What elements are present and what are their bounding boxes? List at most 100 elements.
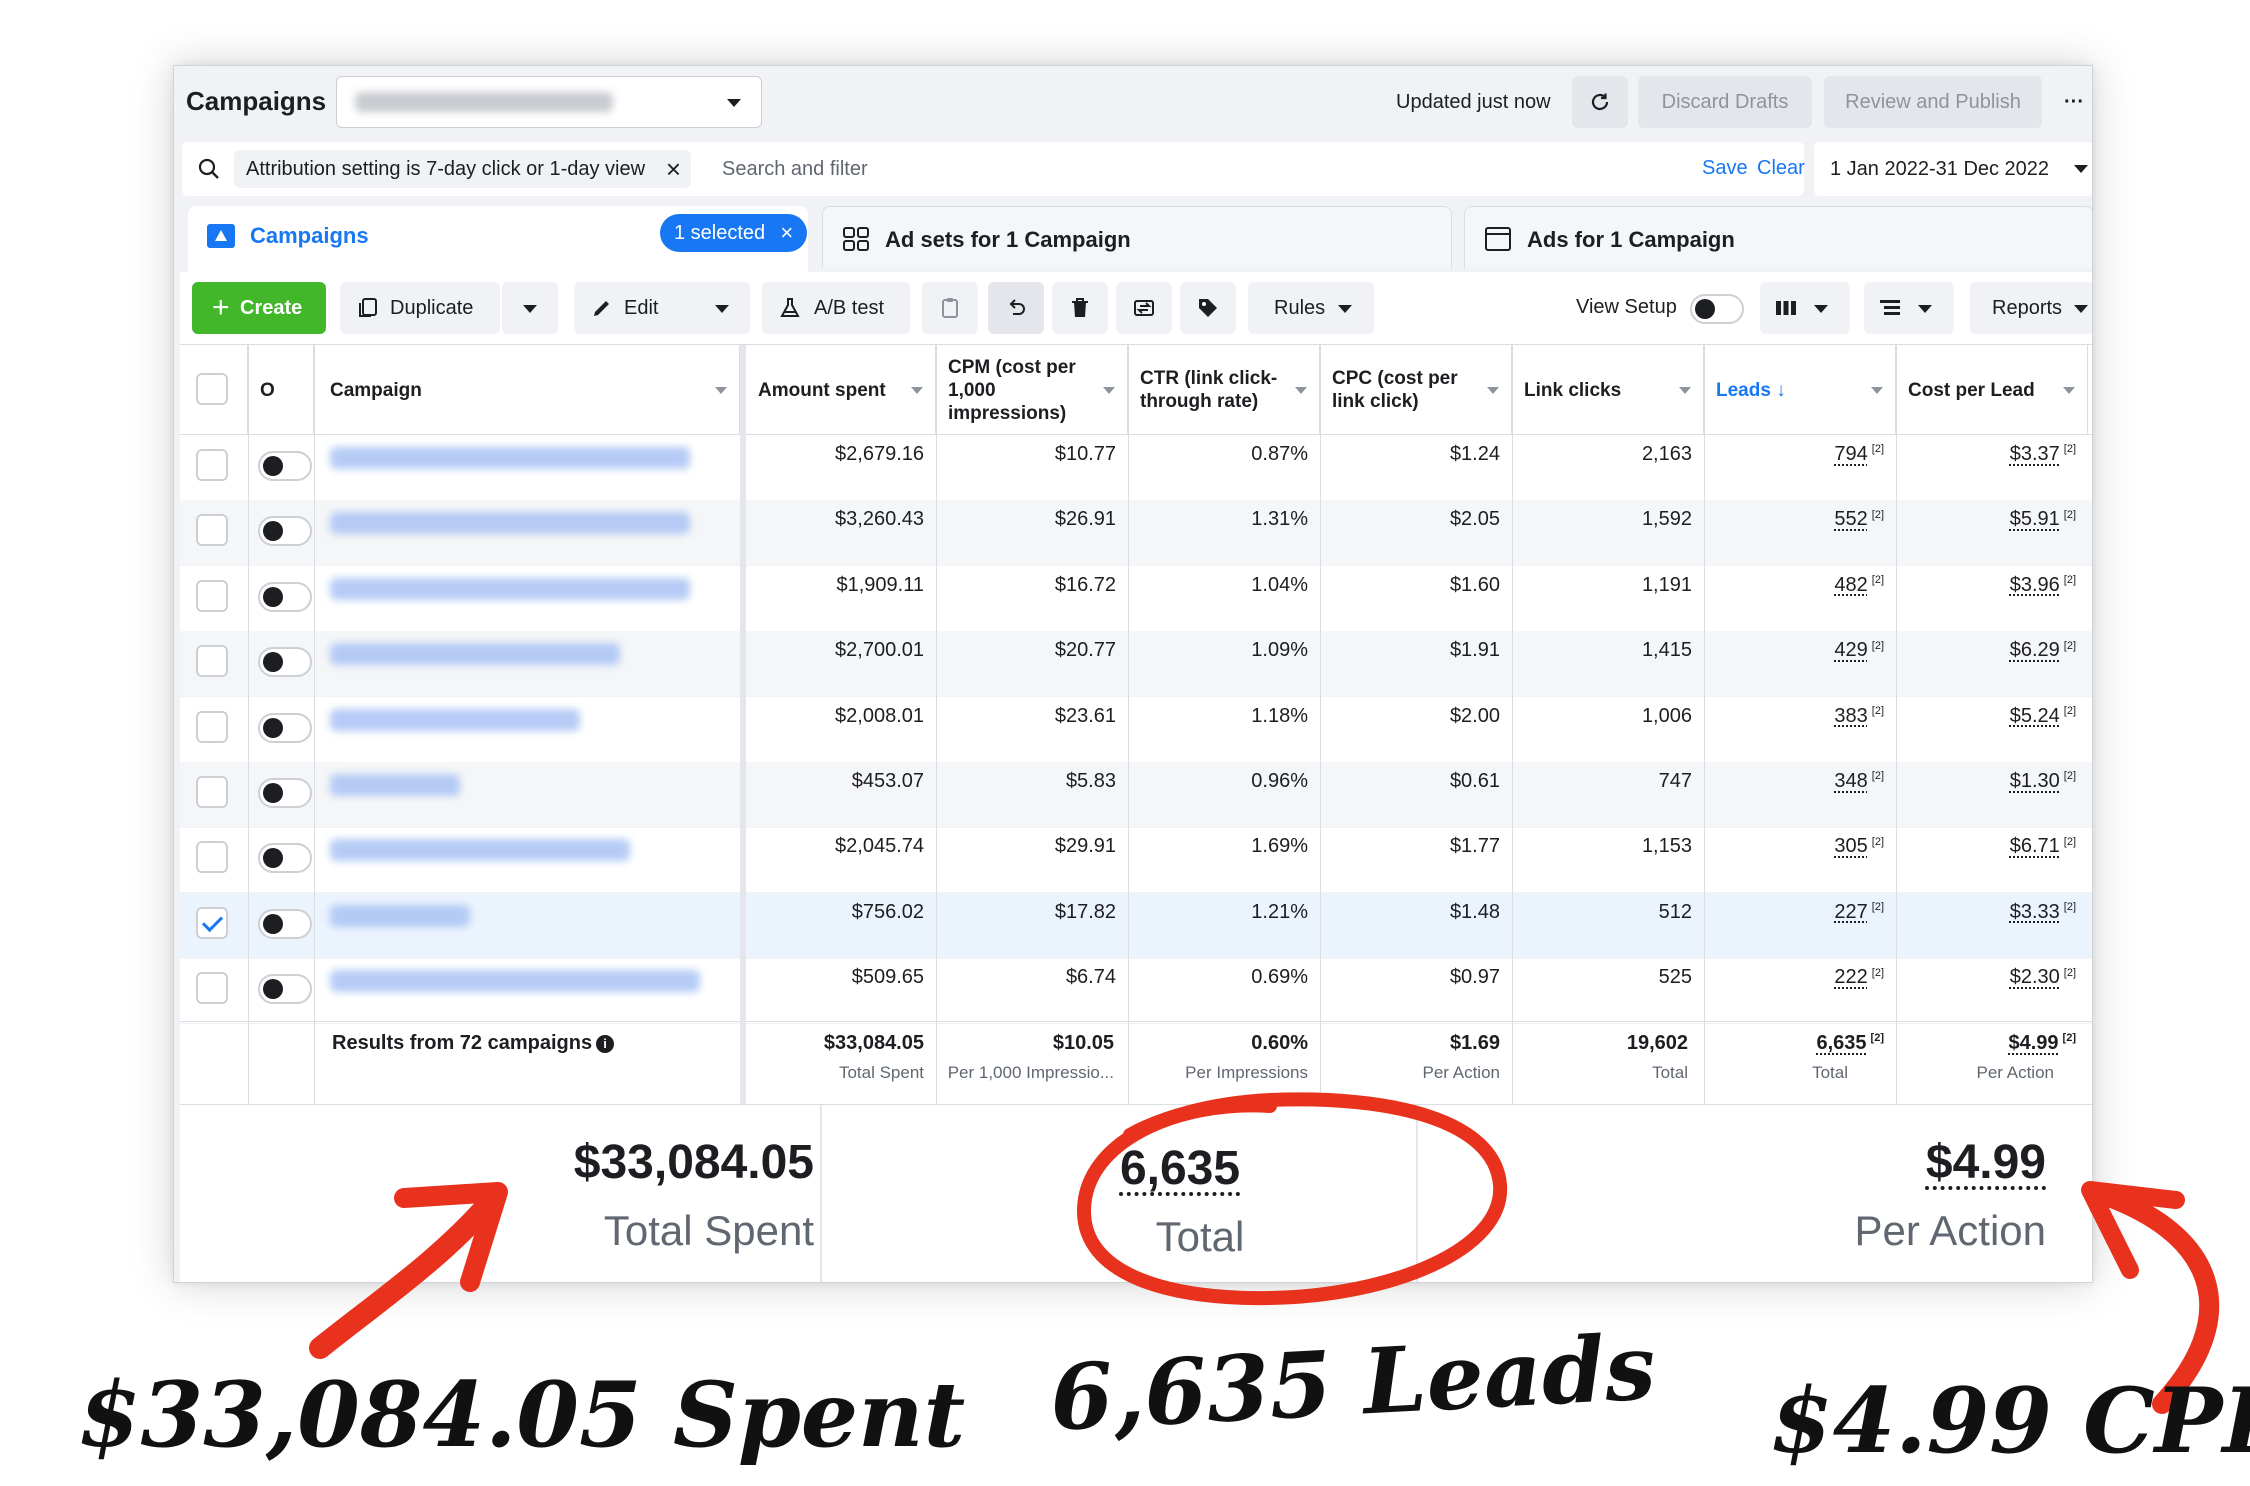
cell-value: $3.37 [2009, 443, 2060, 465]
columns-button[interactable] [1760, 282, 1850, 334]
create-button[interactable]: + Create [192, 282, 326, 334]
row-checkbox[interactable] [196, 710, 228, 743]
discard-drafts-button[interactable]: Discard Drafts [1638, 76, 1812, 128]
account-select[interactable] [336, 76, 762, 128]
summary-spent-label: Total Spent [603, 1207, 814, 1254]
tab-campaigns[interactable]: Campaigns 1 selected × [188, 206, 808, 272]
total-cost-per-lead: $4.99 [2] Per Action [1896, 1032, 2077, 1083]
frozen-column-divider[interactable] [740, 345, 746, 1105]
filter-bar: Attribution setting is 7-day click or 1-… [182, 142, 1805, 196]
breakdown-button[interactable] [1864, 282, 1954, 334]
campaign-toggle[interactable] [258, 778, 312, 808]
campaign-name-blurred[interactable] [330, 774, 460, 796]
toggle-knob [263, 979, 283, 1000]
table-row[interactable]: $2,008.01 $23.61 1.18% $2.00 1,006 383 [2] $5.2… [180, 697, 2092, 763]
clipboard-button[interactable] [922, 282, 978, 334]
select-all-checkbox[interactable] [196, 373, 228, 405]
table-row[interactable]: $2,045.74 $29.91 1.69% $1.77 1,153 305 [2] $6.7… [180, 827, 2092, 894]
row-checkbox[interactable] [196, 906, 228, 939]
cpm-header[interactable]: CPM (cost per 1,000 impressions) [936, 345, 1128, 435]
reports-button[interactable]: Reports [1970, 282, 2092, 334]
table-row[interactable]: $2,700.01 $20.77 1.09% $1.91 1,415 429 [2] $6.2… [180, 631, 2092, 698]
undo-button[interactable] [988, 282, 1044, 334]
save-filter-link[interactable]: Save [1702, 157, 1748, 180]
export-button[interactable] [1116, 282, 1172, 334]
row-checkbox[interactable] [196, 514, 228, 547]
edit-dropdown[interactable] [694, 282, 750, 334]
selected-count-badge[interactable]: 1 selected × [660, 214, 808, 252]
campaign-name-blurred[interactable] [330, 839, 630, 862]
footnote-marker: [2] [2063, 639, 2076, 652]
review-publish-button[interactable]: Review and Publish [1824, 76, 2042, 128]
total-amount-value: $33,084.05 [823, 1032, 924, 1054]
campaign-name-blurred[interactable] [330, 643, 620, 666]
cpc-header[interactable]: CPC (cost per link click) [1320, 345, 1512, 435]
total-cpl-number: $4.99 [2008, 1032, 2059, 1054]
campaign-name-blurred[interactable] [330, 577, 690, 600]
row-checkbox[interactable] [196, 645, 228, 678]
amount-spent-header[interactable]: Amount spent [746, 345, 936, 435]
cell-value: $26.91 [1054, 508, 1116, 531]
leads-header[interactable]: Leads ↓ [1704, 345, 1896, 435]
delete-button[interactable] [1052, 282, 1108, 334]
chevron-down-icon [715, 387, 727, 394]
row-checkbox[interactable] [196, 579, 228, 612]
cell-value: $23.61 [1054, 704, 1116, 727]
more-options-button[interactable]: ··· [2054, 76, 2092, 128]
close-icon[interactable]: × [666, 150, 681, 188]
edit-label: Edit [624, 297, 659, 319]
rules-button[interactable]: Rules [1248, 282, 1374, 334]
select-all-header [180, 345, 248, 435]
attribution-filter-chip[interactable]: Attribution setting is 7-day click or 1-… [234, 150, 692, 188]
row-checkbox[interactable] [196, 972, 228, 1005]
cost-per-lead-header[interactable]: Cost per Lead [1896, 345, 2088, 435]
total-cpm: $10.05 Per 1,000 Impressio... [936, 1032, 1114, 1083]
cell-ctr: 1.18% [1128, 705, 1308, 728]
link-clicks-header[interactable]: Link clicks [1512, 345, 1704, 435]
row-checkbox[interactable] [196, 841, 228, 874]
table-row[interactable]: $3,260.43 $26.91 1.31% $2.05 1,592 552 [2] $5.9… [180, 500, 2092, 567]
chevron-down-icon [1103, 387, 1115, 394]
campaign-name-blurred[interactable] [330, 970, 700, 993]
off-on-header[interactable]: O [248, 345, 314, 435]
table-row[interactable]: $1,909.11 $16.72 1.04% $1.60 1,191 482 [2] $3.9… [180, 566, 2092, 632]
row-checkbox[interactable] [196, 776, 228, 808]
row-checkbox[interactable] [196, 449, 228, 481]
cell-value: $3.33 [2009, 900, 2060, 923]
table-row[interactable]: $453.07 $5.83 0.96% $0.61 747 348 [2] $1.30 [2] [180, 762, 2092, 828]
campaign-name-blurred[interactable] [330, 447, 690, 469]
campaign-toggle[interactable] [258, 516, 312, 547]
duplicate-dropdown[interactable] [502, 282, 558, 334]
campaign-name-blurred[interactable] [330, 512, 690, 535]
campaign-toggle[interactable] [258, 647, 312, 678]
cell-value: $453.07 [851, 770, 924, 792]
ab-test-button[interactable]: A/B test [762, 282, 910, 334]
footnote-marker: [2] [1871, 574, 1884, 587]
tab-ads[interactable]: Ads for 1 Campaign [1464, 206, 2092, 268]
ctr-header[interactable]: CTR (link click-through rate) [1128, 345, 1320, 435]
table-row[interactable]: $756.02 $17.82 1.21% $1.48 512 227 [2] $3.33 [2] [180, 892, 2092, 959]
view-setup-toggle[interactable] [1690, 294, 1744, 324]
campaign-toggle[interactable] [258, 974, 312, 1005]
date-range-picker[interactable]: 1 Jan 2022-31 Dec 2022 [1814, 142, 2092, 196]
campaign-header[interactable]: Campaign [314, 345, 740, 435]
info-icon[interactable]: i [596, 1035, 615, 1053]
table-row[interactable]: $509.65 $6.74 0.69% $0.97 525 222 [2] $2.30 [2] [180, 958, 2092, 1025]
campaign-toggle[interactable] [258, 451, 312, 481]
campaign-toggle[interactable] [258, 581, 312, 612]
cpc-header-label: CPC (cost per link click) [1332, 368, 1458, 412]
close-icon[interactable]: × [780, 214, 793, 252]
tag-button[interactable] [1180, 282, 1236, 334]
duplicate-button[interactable]: Duplicate [340, 282, 500, 334]
campaign-name-blurred[interactable] [330, 708, 580, 731]
campaign-name-blurred[interactable] [330, 904, 470, 927]
table-row[interactable]: $2,679.16 $10.77 0.87% $1.24 2,163 794 [2] $3.3… [180, 435, 2092, 501]
tab-ad-sets[interactable]: Ad sets for 1 Campaign [822, 206, 1452, 268]
clear-filter-link[interactable]: Clear [1757, 157, 1805, 180]
campaign-toggle[interactable] [258, 712, 312, 743]
campaign-toggle[interactable] [258, 908, 312, 939]
cell-clicks: 1,191 [1512, 574, 1692, 597]
campaign-toggle[interactable] [258, 843, 312, 874]
refresh-button[interactable] [1572, 76, 1628, 128]
search-input[interactable] [722, 152, 1622, 186]
